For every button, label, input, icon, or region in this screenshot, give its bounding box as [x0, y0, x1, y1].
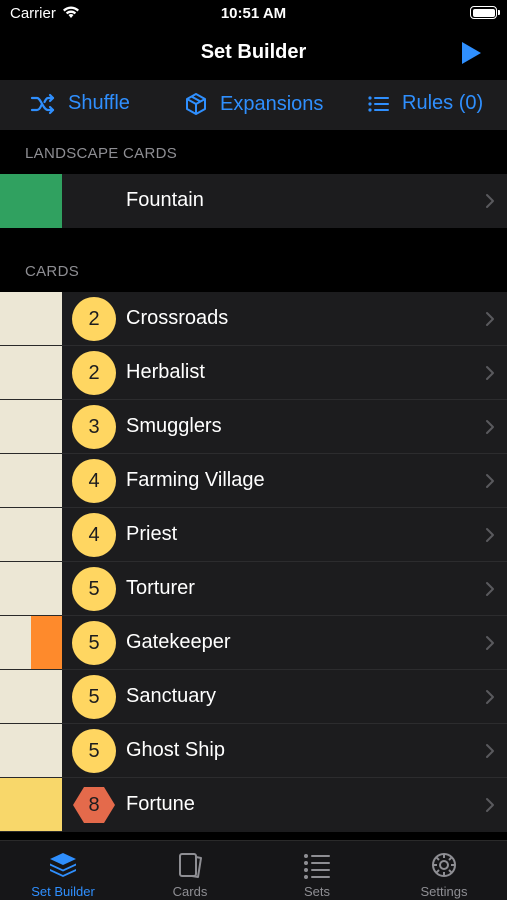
tab-bar: Set Builder Cards Sets Settings — [0, 840, 507, 900]
cost-value: 8 — [88, 793, 100, 816]
chevron-right-icon — [486, 420, 494, 434]
expansions-button[interactable]: Expansions — [184, 92, 323, 116]
cost-value: 5 — [88, 577, 100, 600]
chevron-right-icon — [486, 582, 494, 596]
chevron-right-icon — [486, 636, 494, 650]
coin-cost-badge: 5 — [72, 567, 116, 611]
list-icon — [368, 95, 389, 112]
battery-icon — [470, 6, 500, 19]
tab-label: Set Builder — [31, 884, 95, 899]
coin-cost-badge: 4 — [72, 459, 116, 503]
shuffle-icon — [30, 93, 55, 114]
card-type-swatch — [0, 400, 62, 454]
card-name: Sanctuary — [126, 685, 217, 707]
card-type-swatch — [0, 174, 62, 228]
card-name: Torturer — [126, 577, 195, 599]
coin-cost-badge: 2 — [72, 297, 116, 341]
coin-cost-badge: 5 — [72, 621, 116, 665]
card-row[interactable]: 3 Smugglers — [0, 400, 507, 454]
card-name: Smugglers — [126, 415, 222, 437]
coin-cost-badge: 4 — [72, 513, 116, 557]
list-icon — [304, 854, 330, 879]
card-row[interactable]: 5 Gatekeeper — [0, 616, 507, 670]
card-row[interactable]: 2 Crossroads — [0, 292, 507, 346]
cost-value: 5 — [88, 631, 100, 654]
card-row[interactable]: 5 Sanctuary — [0, 670, 507, 724]
expansions-label: Expansions — [220, 92, 324, 115]
navigation-bar: Set Builder — [0, 28, 507, 80]
toolbar: Shuffle Expansions Rules (0) — [0, 80, 507, 130]
cards-section-header: CARDS — [25, 263, 80, 280]
coin-cost-badge: 3 — [72, 405, 116, 449]
card-name: Herbalist — [126, 361, 205, 383]
chevron-right-icon — [486, 798, 494, 812]
cards-icon — [179, 853, 202, 878]
cost-value: 2 — [88, 361, 100, 384]
shuffle-label: Shuffle — [68, 92, 130, 114]
card-name: Fortune — [126, 793, 195, 815]
tab-label: Cards — [172, 884, 208, 899]
cost-value: 5 — [88, 685, 100, 708]
card-name: Ghost Ship — [126, 739, 225, 761]
card-name: Crossroads — [126, 307, 229, 329]
chevron-right-icon — [486, 474, 494, 488]
page-title: Set Builder — [200, 41, 307, 63]
card-type-swatch — [0, 724, 62, 778]
tab-settings[interactable]: Settings — [381, 841, 507, 900]
card-name: Farming Village — [126, 469, 265, 491]
card-row[interactable]: 5 Torturer — [0, 562, 507, 616]
cost-value: 3 — [88, 415, 100, 438]
card-type-swatch — [0, 670, 62, 724]
play-button[interactable] — [459, 41, 483, 65]
tab-label: Sets — [303, 884, 330, 899]
landscape-card-row[interactable]: Fountain — [0, 174, 507, 228]
tab-label: Settings — [420, 884, 468, 899]
tab-set-builder[interactable]: Set Builder — [0, 841, 126, 900]
card-row[interactable]: 4 Priest — [0, 508, 507, 562]
cost-value: 4 — [88, 523, 100, 546]
potion-cost-hex: 8 — [72, 783, 116, 827]
card-type-swatch — [0, 778, 62, 832]
card-type-swatch — [0, 508, 62, 562]
cost-value: 5 — [88, 739, 100, 762]
gear-icon — [432, 853, 456, 877]
rules-label: Rules (0) — [402, 92, 484, 114]
chevron-right-icon — [486, 744, 494, 758]
chevron-right-icon — [486, 194, 494, 208]
status-time: 10:51 AM — [220, 5, 287, 22]
card-name: Priest — [126, 523, 178, 545]
chevron-right-icon — [486, 528, 494, 542]
rules-button[interactable]: Rules (0) — [368, 92, 483, 115]
card-row[interactable]: 5 Ghost Ship — [0, 724, 507, 778]
tab-sets[interactable]: Sets — [254, 841, 380, 900]
chevron-right-icon — [486, 366, 494, 380]
status-bar: Carrier 10:51 AM — [0, 0, 507, 28]
stack-icon — [50, 853, 76, 877]
card-name: Gatekeeper — [126, 631, 231, 653]
coin-cost-badge: 5 — [72, 675, 116, 719]
card-row[interactable]: 2 Herbalist — [0, 346, 507, 400]
card-type-swatch — [0, 562, 62, 616]
cube-icon — [186, 93, 206, 115]
chevron-right-icon — [486, 312, 494, 326]
shuffle-button[interactable]: Shuffle — [30, 92, 130, 115]
card-name: Fountain — [126, 189, 204, 211]
card-type-swatch — [0, 454, 62, 508]
cost-value: 4 — [88, 469, 100, 492]
chevron-right-icon — [486, 690, 494, 704]
landscape-section-header: LANDSCAPE CARDS — [25, 145, 178, 162]
card-row[interactable]: 8 Fortune — [0, 778, 507, 832]
coin-cost-badge: 5 — [72, 729, 116, 773]
card-type-swatch — [0, 616, 62, 670]
card-type-swatch — [0, 292, 62, 346]
card-row[interactable]: 4 Farming Village — [0, 454, 507, 508]
card-type-swatch — [0, 346, 62, 400]
coin-cost-badge: 2 — [72, 351, 116, 395]
cost-value: 2 — [88, 307, 100, 330]
tab-cards[interactable]: Cards — [127, 841, 253, 900]
